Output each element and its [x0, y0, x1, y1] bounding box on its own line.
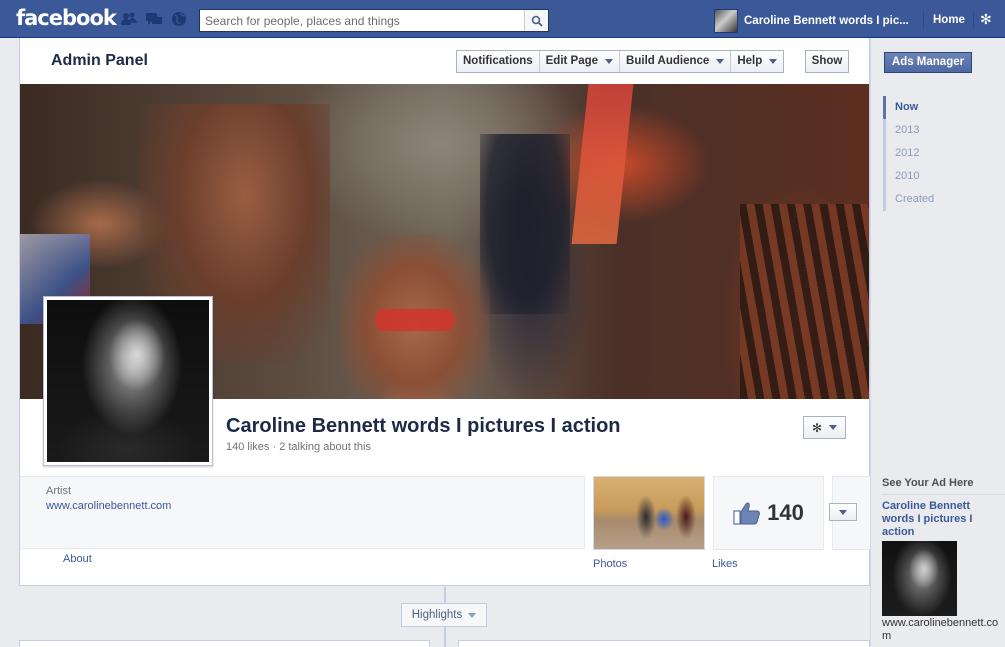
chevron-down-icon	[468, 612, 477, 618]
thumbs-up-icon	[733, 502, 761, 525]
admin-button-group: Notifications Edit Page Build Audience H…	[456, 50, 785, 73]
divider	[882, 494, 1005, 495]
ad-url: www.carolinebennett.com	[882, 617, 999, 642]
profile-name: Caroline Bennett words I pic...	[744, 15, 909, 27]
chevron-down-icon	[605, 59, 614, 64]
year-item-2012[interactable]: 2012	[883, 142, 963, 165]
edit-page-button[interactable]: Edit Page	[540, 51, 621, 72]
divider	[973, 11, 974, 29]
tab-about[interactable]: About	[63, 553, 92, 565]
timeline-year-nav: Now 2013 2012 2010 Created	[883, 96, 963, 211]
gear-icon: ✻	[811, 420, 823, 435]
admin-panel-bar: Admin Panel Notifications Edit Page Buil…	[20, 38, 869, 84]
timeline-card-right	[458, 640, 870, 647]
cover-detail	[480, 134, 570, 314]
tab-likes[interactable]: Likes	[712, 558, 738, 570]
website-link[interactable]: www.carolinebennett.com	[46, 500, 171, 512]
build-audience-button[interactable]: Build Audience	[620, 51, 732, 72]
year-item-created[interactable]: Created	[883, 188, 963, 211]
facebook-logo[interactable]: facebook	[16, 6, 117, 30]
highlights-dropdown[interactable]: Highlights	[401, 603, 487, 627]
settings-gear-icon[interactable]: ✻	[980, 11, 992, 28]
page-category: Artist	[46, 485, 72, 497]
notifications-globe-icon[interactable]	[170, 11, 188, 27]
messages-icon[interactable]	[145, 11, 163, 27]
likes-app-tile[interactable]: 140	[713, 476, 824, 550]
tab-photos[interactable]: Photos	[593, 558, 627, 570]
ad-title-link[interactable]: Caroline Bennett words I pictures I acti…	[882, 500, 1000, 539]
ad-image[interactable]	[882, 541, 957, 616]
search-button[interactable]	[524, 10, 548, 31]
photos-app-tile[interactable]	[593, 476, 705, 550]
profile-link[interactable]: Caroline Bennett words I pic...	[714, 9, 909, 33]
chevron-down-icon	[716, 59, 725, 64]
year-item-2010[interactable]: 2010	[883, 165, 963, 188]
apps-expand-button[interactable]	[829, 503, 857, 521]
chevron-down-icon	[829, 425, 838, 430]
right-sidebar: Ads Manager Now 2013 2012 2010 Created S…	[870, 38, 1005, 647]
notifications-label: Notifications	[463, 55, 533, 67]
search-input[interactable]	[200, 10, 520, 31]
search-box	[199, 9, 549, 32]
likes-count: 140	[767, 500, 804, 525]
year-item-2013[interactable]: 2013	[883, 119, 963, 142]
page-title[interactable]: Caroline Bennett words I pictures I acti…	[226, 415, 621, 438]
profile-picture[interactable]	[43, 296, 213, 466]
top-navigation-bar: facebook Caroline Bennett words I pic...…	[0, 0, 1005, 38]
cover-detail	[571, 84, 634, 244]
highlights-label: Highlights	[411, 609, 463, 621]
edit-page-label: Edit Page	[545, 55, 599, 67]
avatar	[714, 9, 738, 33]
help-label: Help	[737, 55, 763, 67]
cover-detail	[740, 204, 869, 399]
divider	[923, 11, 924, 29]
friend-requests-icon[interactable]	[120, 11, 138, 27]
home-link[interactable]: Home	[933, 14, 965, 26]
chevron-down-icon	[839, 509, 847, 515]
photos-thumbnail	[594, 477, 704, 549]
page-options-button[interactable]: ✻	[803, 416, 846, 439]
search-icon	[531, 15, 543, 27]
admin-panel-title: Admin Panel	[51, 52, 148, 69]
build-audience-label: Build Audience	[626, 55, 710, 67]
year-item-now[interactable]: Now	[883, 96, 963, 119]
cover-detail	[375, 309, 455, 331]
page-header-card: Admin Panel Notifications Edit Page Buil…	[19, 38, 870, 586]
timeline-card-left	[19, 640, 430, 647]
show-button[interactable]: Show	[805, 50, 849, 73]
help-button[interactable]: Help	[731, 51, 783, 72]
notifications-button[interactable]: Notifications	[457, 51, 540, 72]
about-box[interactable]: Artist www.carolinebennett.com	[20, 476, 585, 549]
see-your-ad-heading[interactable]: See Your Ad Here	[882, 477, 974, 489]
chevron-down-icon	[769, 59, 778, 64]
page-stats: 140 likes · 2 talking about this	[226, 441, 371, 453]
ads-manager-button[interactable]: Ads Manager	[884, 52, 972, 73]
profile-photo	[47, 300, 209, 462]
